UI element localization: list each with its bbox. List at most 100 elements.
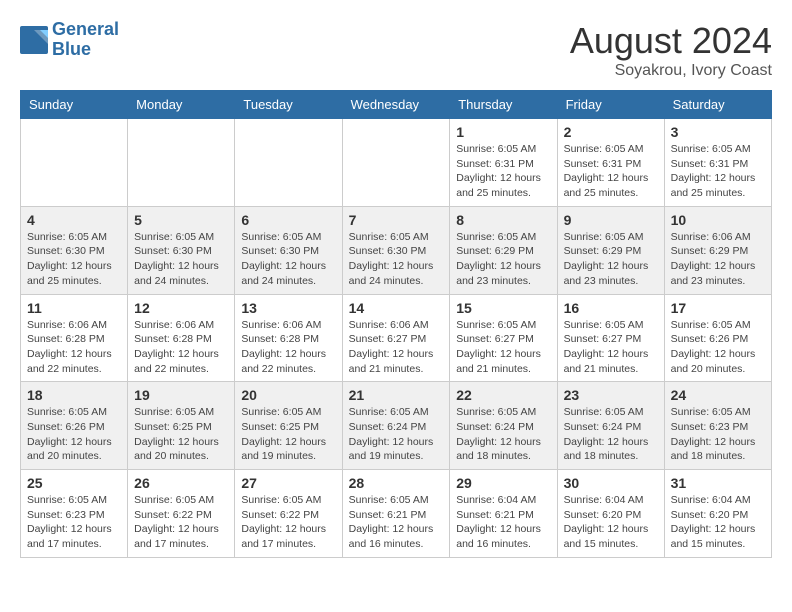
day-number: 9 xyxy=(564,212,658,228)
day-number: 23 xyxy=(564,387,658,403)
day-info: Sunrise: 6:05 AMSunset: 6:26 PMDaylight:… xyxy=(27,405,121,464)
calendar-cell: 11 Sunrise: 6:06 AMSunset: 6:28 PMDayligh… xyxy=(21,294,128,382)
day-info: Sunrise: 6:04 AMSunset: 6:20 PMDaylight:… xyxy=(564,493,658,552)
day-number: 15 xyxy=(456,300,550,316)
calendar-cell: 17 Sunrise: 6:05 AMSunset: 6:26 PMDayligh… xyxy=(664,294,771,382)
day-info: Sunrise: 6:04 AMSunset: 6:20 PMDaylight:… xyxy=(671,493,765,552)
day-number: 26 xyxy=(134,475,228,491)
calendar-header-row: SundayMondayTuesdayWednesdayThursdayFrid… xyxy=(21,91,772,119)
calendar-cell: 19 Sunrise: 6:05 AMSunset: 6:25 PMDayligh… xyxy=(128,382,235,470)
day-info: Sunrise: 6:06 AMSunset: 6:29 PMDaylight:… xyxy=(671,230,765,289)
title-block: August 2024 Soyakrou, Ivory Coast xyxy=(570,20,772,80)
main-title: August 2024 xyxy=(570,20,772,62)
day-number: 11 xyxy=(27,300,121,316)
day-info: Sunrise: 6:05 AMSunset: 6:25 PMDaylight:… xyxy=(134,405,228,464)
sub-title: Soyakrou, Ivory Coast xyxy=(570,62,772,80)
calendar-week-row: 18Sunrise: 6:05 AMSunset: 6:26 PMDayligh… xyxy=(21,382,772,470)
day-number: 19 xyxy=(134,387,228,403)
day-number: 31 xyxy=(671,475,765,491)
calendar-week-row: 11 Sunrise: 6:06 AMSunset: 6:28 PMDayligh… xyxy=(21,294,772,382)
day-info: Sunrise: 6:05 AMSunset: 6:22 PMDaylight:… xyxy=(134,493,228,552)
day-info: Sunrise: 6:05 AMSunset: 6:26 PMDaylight:… xyxy=(671,318,765,377)
day-number: 6 xyxy=(241,212,335,228)
day-info: Sunrise: 6:05 AMSunset: 6:24 PMDaylight:… xyxy=(349,405,444,464)
calendar-cell: 29Sunrise: 6:04 AMSunset: 6:21 PMDayligh… xyxy=(450,470,557,558)
day-number: 13 xyxy=(241,300,335,316)
day-number: 8 xyxy=(456,212,550,228)
logo-line2: Blue xyxy=(52,39,91,59)
day-info: Sunrise: 6:05 AMSunset: 6:31 PMDaylight:… xyxy=(671,142,765,201)
calendar-cell: 5 Sunrise: 6:05 AMSunset: 6:30 PMDaylight… xyxy=(128,206,235,294)
day-info: Sunrise: 6:04 AMSunset: 6:21 PMDaylight:… xyxy=(456,493,550,552)
day-info: Sunrise: 6:06 AMSunset: 6:27 PMDaylight:… xyxy=(349,318,444,377)
logo: General Blue xyxy=(20,20,119,60)
day-number: 12 xyxy=(134,300,228,316)
calendar-cell: 27Sunrise: 6:05 AMSunset: 6:22 PMDayligh… xyxy=(235,470,342,558)
day-number: 16 xyxy=(564,300,658,316)
day-of-week-header: Wednesday xyxy=(342,91,450,119)
day-number: 4 xyxy=(27,212,121,228)
day-info: Sunrise: 6:05 AMSunset: 6:21 PMDaylight:… xyxy=(349,493,444,552)
calendar-cell xyxy=(128,119,235,207)
day-number: 24 xyxy=(671,387,765,403)
day-info: Sunrise: 6:05 AMSunset: 6:27 PMDaylight:… xyxy=(564,318,658,377)
day-number: 7 xyxy=(349,212,444,228)
day-info: Sunrise: 6:05 AMSunset: 6:25 PMDaylight:… xyxy=(241,405,335,464)
day-info: Sunrise: 6:05 AMSunset: 6:23 PMDaylight:… xyxy=(671,405,765,464)
day-info: Sunrise: 6:05 AMSunset: 6:31 PMDaylight:… xyxy=(564,142,658,201)
calendar-cell: 10 Sunrise: 6:06 AMSunset: 6:29 PMDayligh… xyxy=(664,206,771,294)
logo-icon xyxy=(20,26,48,54)
day-number: 27 xyxy=(241,475,335,491)
calendar-cell: 3 Sunrise: 6:05 AMSunset: 6:31 PMDaylight… xyxy=(664,119,771,207)
calendar-cell: 15 Sunrise: 6:05 AMSunset: 6:27 PMDayligh… xyxy=(450,294,557,382)
calendar-cell: 23Sunrise: 6:05 AMSunset: 6:24 PMDayligh… xyxy=(557,382,664,470)
calendar-cell xyxy=(21,119,128,207)
day-of-week-header: Friday xyxy=(557,91,664,119)
day-info: Sunrise: 6:06 AMSunset: 6:28 PMDaylight:… xyxy=(241,318,335,377)
day-number: 25 xyxy=(27,475,121,491)
calendar-cell: 6Sunrise: 6:05 AMSunset: 6:30 PMDaylight… xyxy=(235,206,342,294)
day-number: 20 xyxy=(241,387,335,403)
calendar-cell: 14 Sunrise: 6:06 AMSunset: 6:27 PMDayligh… xyxy=(342,294,450,382)
day-info: Sunrise: 6:05 AMSunset: 6:30 PMDaylight:… xyxy=(349,230,444,289)
calendar-cell: 9 Sunrise: 6:05 AMSunset: 6:29 PMDaylight… xyxy=(557,206,664,294)
day-number: 10 xyxy=(671,212,765,228)
calendar-cell: 30Sunrise: 6:04 AMSunset: 6:20 PMDayligh… xyxy=(557,470,664,558)
day-info: Sunrise: 6:05 AMSunset: 6:29 PMDaylight:… xyxy=(456,230,550,289)
day-info: Sunrise: 6:05 AMSunset: 6:27 PMDaylight:… xyxy=(456,318,550,377)
calendar-cell: 18Sunrise: 6:05 AMSunset: 6:26 PMDayligh… xyxy=(21,382,128,470)
logo-text: General Blue xyxy=(52,20,119,60)
day-info: Sunrise: 6:05 AMSunset: 6:29 PMDaylight:… xyxy=(564,230,658,289)
calendar-cell: 16 Sunrise: 6:05 AMSunset: 6:27 PMDayligh… xyxy=(557,294,664,382)
day-info: Sunrise: 6:05 AMSunset: 6:23 PMDaylight:… xyxy=(27,493,121,552)
calendar-cell: 4Sunrise: 6:05 AMSunset: 6:30 PMDaylight… xyxy=(21,206,128,294)
day-info: Sunrise: 6:06 AMSunset: 6:28 PMDaylight:… xyxy=(27,318,121,377)
calendar-cell xyxy=(342,119,450,207)
calendar-cell xyxy=(235,119,342,207)
day-of-week-header: Monday xyxy=(128,91,235,119)
calendar-cell: 12Sunrise: 6:06 AMSunset: 6:28 PMDayligh… xyxy=(128,294,235,382)
day-number: 17 xyxy=(671,300,765,316)
day-number: 14 xyxy=(349,300,444,316)
day-info: Sunrise: 6:05 AMSunset: 6:30 PMDaylight:… xyxy=(134,230,228,289)
calendar-cell: 1Sunrise: 6:05 AMSunset: 6:31 PMDaylight… xyxy=(450,119,557,207)
day-number: 21 xyxy=(349,387,444,403)
day-of-week-header: Saturday xyxy=(664,91,771,119)
calendar-week-row: 4 Sunrise: 6:05 AMSunset: 6:30 PMDaylight… xyxy=(21,206,772,294)
day-number: 3 xyxy=(671,124,765,140)
calendar-cell: 22 Sunrise: 6:05 AMSunset: 6:24 PMDayligh… xyxy=(450,382,557,470)
day-number: 5 xyxy=(134,212,228,228)
calendar-cell: 25 Sunrise: 6:05 AMSunset: 6:23 PMDayligh… xyxy=(21,470,128,558)
calendar-cell: 8 Sunrise: 6:05 AMSunset: 6:29 PMDaylight… xyxy=(450,206,557,294)
calendar-cell: 13 Sunrise: 6:06 AMSunset: 6:28 PMDayligh… xyxy=(235,294,342,382)
calendar-cell: 28Sunrise: 6:05 AMSunset: 6:21 PMDayligh… xyxy=(342,470,450,558)
page-header: General Blue August 2024 Soyakrou, Ivory… xyxy=(20,20,772,80)
calendar: SundayMondayTuesdayWednesdayThursdayFrid… xyxy=(20,90,772,558)
day-of-week-header: Sunday xyxy=(21,91,128,119)
logo-line1: General xyxy=(52,19,119,39)
calendar-week-row: 25 Sunrise: 6:05 AMSunset: 6:23 PMDayligh… xyxy=(21,470,772,558)
day-info: Sunrise: 6:05 AMSunset: 6:24 PMDaylight:… xyxy=(456,405,550,464)
day-of-week-header: Tuesday xyxy=(235,91,342,119)
day-number: 22 xyxy=(456,387,550,403)
day-number: 2 xyxy=(564,124,658,140)
